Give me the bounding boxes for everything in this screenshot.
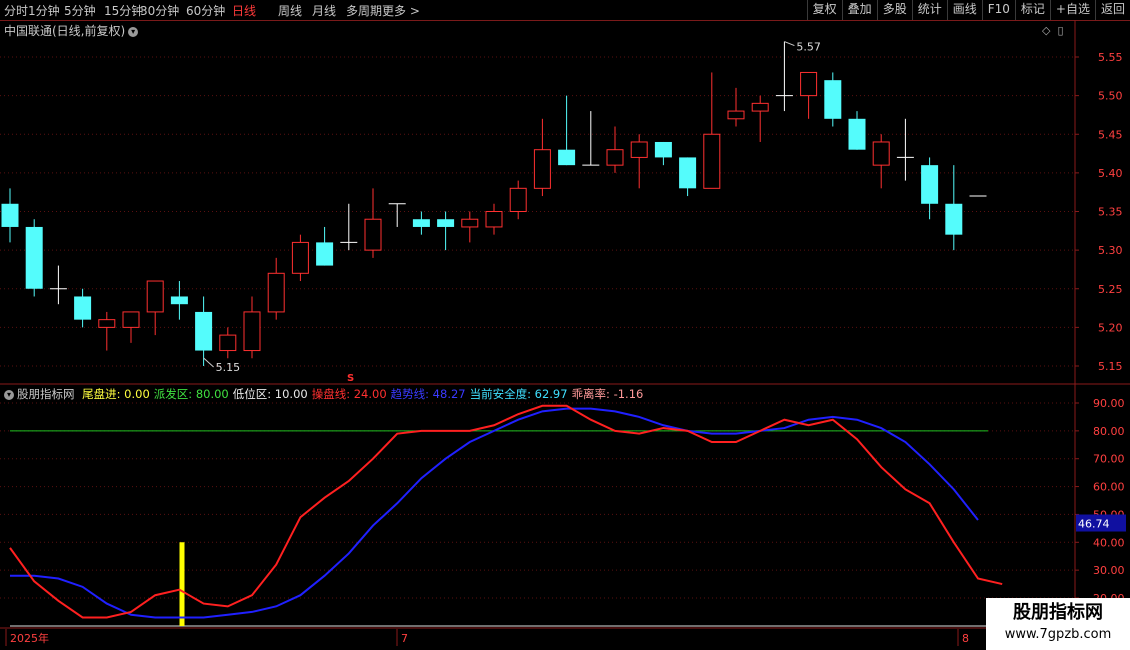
price-tick-label: 5.15 — [1098, 360, 1123, 373]
candle-down — [316, 242, 334, 266]
indicator-item-6: 乖离率: -1.16 — [571, 387, 644, 401]
candle-up — [461, 218, 479, 228]
indicator-tick-label: 90.00 — [1093, 397, 1125, 410]
indicator-name: 股朋指标网 — [17, 387, 75, 401]
indicator-menu-icon[interactable]: ▾ — [4, 389, 14, 400]
trend-line — [10, 407, 979, 619]
indicator-item-1: 派发区: 80.00 — [153, 387, 229, 401]
operation-line — [9, 404, 1003, 619]
signal-marker: S — [347, 373, 354, 384]
candle-up — [727, 110, 745, 120]
indicator-item-4: 趋势线: 48.27 — [390, 387, 466, 401]
candle-up — [751, 102, 769, 112]
price-tick-label: 5.45 — [1098, 128, 1123, 141]
high-pointer — [784, 41, 795, 47]
candle-up — [291, 241, 309, 274]
candle-down — [25, 226, 43, 289]
candle-up — [146, 280, 164, 313]
watermark-url: www.7gpzb.com — [1004, 627, 1112, 642]
candle-up — [509, 187, 527, 212]
candle-up — [872, 141, 890, 166]
candle-up — [219, 334, 237, 352]
candle-up — [630, 141, 648, 158]
candle-down — [74, 296, 92, 320]
low-label: 5.15 — [216, 361, 241, 374]
candle-up — [243, 311, 261, 352]
current-value-label: 46.74 — [1078, 518, 1110, 531]
candle-up — [122, 311, 140, 328]
candle-up — [485, 211, 503, 228]
price-tick-label: 5.35 — [1098, 206, 1123, 219]
indicator-item-3: 操盘线: 24.00 — [311, 387, 387, 401]
candle-down — [170, 296, 188, 305]
candle-down — [412, 219, 430, 227]
watermark: 股朋指标网 www.7gpzb.com — [986, 598, 1130, 650]
candle-up — [364, 218, 382, 251]
candle-down — [848, 118, 866, 150]
candle-down — [824, 80, 842, 119]
price-tick-label: 5.30 — [1098, 244, 1123, 257]
candle-up — [98, 319, 116, 328]
date-label: 7 — [401, 632, 408, 645]
price-tick-label: 5.50 — [1098, 90, 1123, 103]
indicator-item-0: 尾盘进: 0.00 — [82, 387, 150, 401]
candle-down — [654, 141, 672, 158]
indicator-legend: ▾ 股朋指标网 尾盘进: 0.00 派发区: 80.00 低位区: 10.00 操盘线:… — [4, 386, 647, 402]
candle-down — [921, 165, 939, 204]
price-tick-label: 5.25 — [1098, 283, 1123, 296]
indicator-tick-label: 40.00 — [1093, 536, 1125, 549]
date-label: 8 — [962, 632, 969, 645]
candle-up — [606, 149, 624, 166]
candle-down — [945, 203, 963, 235]
watermark-title: 股朋指标网 — [1013, 602, 1103, 623]
candle-down — [437, 219, 455, 227]
date-label: 2025年 — [10, 631, 49, 645]
candle-down — [558, 149, 576, 166]
price-tick-label: 5.40 — [1098, 167, 1123, 180]
indicator-item-5: 当前安全度: 62.97 — [469, 387, 568, 401]
indicator-tick-label: 30.00 — [1093, 564, 1125, 577]
candle-down — [679, 157, 697, 189]
price-tick-label: 5.20 — [1098, 321, 1123, 334]
price-tick-label: 5.55 — [1098, 51, 1123, 64]
indicator-item-2: 低位区: 10.00 — [232, 387, 308, 401]
candle-up — [267, 272, 285, 313]
candle-up — [533, 149, 551, 189]
indicator-tick-label: 80.00 — [1093, 425, 1125, 438]
indicator-tick-label: 60.00 — [1093, 481, 1125, 494]
candle-up — [800, 71, 818, 97]
candle-up — [703, 133, 721, 189]
chart-canvas: 5.57 5.15 S 5.55 5.50 5.45 5.40 5.35 5.30 5.25 5.… — [0, 20, 1130, 646]
indicator-tick-label: 70.00 — [1093, 453, 1125, 466]
candle-down — [1, 203, 19, 227]
high-label: 5.57 — [796, 41, 821, 54]
candle-down — [195, 311, 213, 351]
